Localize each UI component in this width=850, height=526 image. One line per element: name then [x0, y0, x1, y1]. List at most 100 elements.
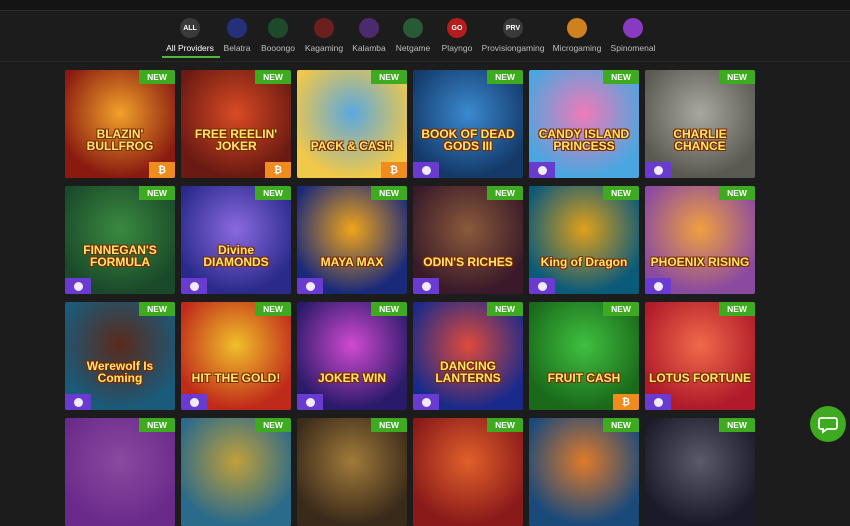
new-badge: NEW	[255, 418, 291, 432]
game-title: JOKER WIN	[317, 371, 386, 385]
game-tile[interactable]: NEW CANDY ISLAND PRINCESS	[529, 70, 639, 178]
game-tile[interactable]: NEW LOTUS FORTUNE	[645, 302, 755, 410]
game-title: BOOK OF DEAD GODS III	[421, 127, 515, 153]
new-badge: NEW	[371, 418, 407, 432]
game-tile[interactable]: NEW FRUIT CASH ₿	[529, 302, 639, 410]
provisiongaming-logo-icon: PRV	[503, 18, 523, 38]
game-tile[interactable]: NEW BOOK OF DEAD GODS III	[413, 70, 523, 178]
game-tile[interactable]: NEW CHARLIE CHANCE	[645, 70, 755, 178]
new-badge: NEW	[603, 70, 639, 84]
playngo-logo-icon: GO	[447, 18, 467, 38]
game-tile[interactable]: NEW	[65, 418, 175, 526]
coin-glyph	[421, 397, 431, 407]
game-tile[interactable]: NEW King of Dragon	[529, 186, 639, 294]
coin-glyph	[653, 397, 663, 407]
coin-glyph	[653, 281, 663, 291]
new-badge: NEW	[255, 70, 291, 84]
new-badge: NEW	[139, 418, 175, 432]
game-title: King of Dragon	[540, 255, 628, 269]
coin-glyph	[305, 281, 315, 291]
game-tile[interactable]: NEW PACK & CASH ₿	[297, 70, 407, 178]
game-tile[interactable]: NEW HIT THE GOLD!	[181, 302, 291, 410]
game-title: PHOENIX RISING	[650, 255, 750, 269]
game-tile[interactable]: NEW	[645, 418, 755, 526]
game-title: CANDY ISLAND PRINCESS	[538, 127, 630, 153]
new-badge: NEW	[719, 302, 755, 316]
new-badge: NEW	[255, 186, 291, 200]
game-tile[interactable]: NEW	[529, 418, 639, 526]
provider-filter-bar: ALL All Providers Belatra Booongo Kagaming Ka…	[0, 14, 850, 60]
game-title: DANCING LANTERNS	[435, 359, 501, 385]
coins-icon	[645, 162, 671, 178]
bitcoin-icon: ₿	[265, 162, 291, 178]
game-tile[interactable]: NEW	[181, 418, 291, 526]
new-badge: NEW	[603, 418, 639, 432]
new-badge: NEW	[487, 186, 523, 200]
new-badge: NEW	[487, 418, 523, 432]
game-title: Werewolf Is Coming	[86, 359, 154, 385]
game-tile[interactable]: NEW PHOENIX RISING	[645, 186, 755, 294]
game-title: BLAZIN' BULLFROG	[86, 127, 154, 153]
game-tile[interactable]: NEW JOKER WIN	[297, 302, 407, 410]
game-tile[interactable]: NEW Werewolf Is Coming	[65, 302, 175, 410]
new-badge: NEW	[255, 302, 291, 316]
coin-glyph	[653, 165, 663, 175]
live-chat-button[interactable]	[810, 406, 846, 442]
coins-icon	[413, 162, 439, 178]
game-tile[interactable]: NEW ODIN'S RICHES	[413, 186, 523, 294]
new-badge: NEW	[603, 302, 639, 316]
game-tile[interactable]: NEW FINNEGAN'S FORMULA	[65, 186, 175, 294]
game-title: PACK & CASH	[310, 139, 394, 153]
provider-spinomenal[interactable]: Spinomenal	[593, 14, 673, 53]
coins-icon	[65, 278, 91, 294]
new-badge: NEW	[487, 302, 523, 316]
microgaming-logo-icon	[567, 18, 587, 38]
game-tile[interactable]: NEW Divine DIAMONDS	[181, 186, 291, 294]
bitcoin-icon: ₿	[613, 394, 639, 410]
top-bar	[0, 0, 850, 11]
new-badge: NEW	[139, 302, 175, 316]
coin-glyph	[73, 397, 83, 407]
game-tile[interactable]: NEW	[413, 418, 523, 526]
coins-icon	[529, 278, 555, 294]
new-badge: NEW	[139, 70, 175, 84]
coins-icon	[181, 278, 207, 294]
new-badge: NEW	[371, 70, 407, 84]
coins-icon	[413, 278, 439, 294]
game-title: MAYA MAX	[320, 255, 384, 269]
coins-icon	[645, 278, 671, 294]
new-badge: NEW	[719, 418, 755, 432]
coins-icon	[181, 394, 207, 410]
bitcoin-glyph: ₿	[621, 396, 631, 408]
game-title: HIT THE GOLD!	[191, 371, 281, 385]
coins-icon	[529, 162, 555, 178]
game-tile[interactable]: NEW BLAZIN' BULLFROG ₿	[65, 70, 175, 178]
new-badge: NEW	[719, 70, 755, 84]
game-tile[interactable]: NEW FREE REELIN' JOKER ₿	[181, 70, 291, 178]
coins-icon	[297, 394, 323, 410]
game-title: CHARLIE CHANCE	[673, 127, 727, 153]
game-tile[interactable]: NEW MAYA MAX	[297, 186, 407, 294]
coin-glyph	[421, 165, 431, 175]
spinomenal-logo-icon	[623, 18, 643, 38]
game-title: FREE REELIN' JOKER	[194, 127, 278, 153]
bitcoin-icon: ₿	[149, 162, 175, 178]
game-title: LOTUS FORTUNE	[649, 371, 751, 385]
provider-label: Spinomenal	[610, 43, 656, 53]
game-title: FRUIT CASH	[547, 371, 621, 385]
coin-glyph	[189, 281, 199, 291]
game-tile[interactable]: NEW DANCING LANTERNS	[413, 302, 523, 410]
coin-glyph	[421, 281, 431, 291]
game-tile[interactable]: NEW	[297, 418, 407, 526]
coins-icon	[645, 394, 671, 410]
coin-glyph	[537, 281, 547, 291]
new-badge: NEW	[371, 302, 407, 316]
game-title: ODIN'S RICHES	[423, 255, 513, 269]
new-badge: NEW	[371, 186, 407, 200]
coin-glyph	[73, 281, 83, 291]
bitcoin-glyph: ₿	[389, 164, 399, 176]
bitcoin-glyph: ₿	[273, 164, 283, 176]
bitcoin-glyph: ₿	[157, 164, 167, 176]
coins-icon	[297, 278, 323, 294]
game-title: Divine DIAMONDS	[203, 243, 269, 269]
